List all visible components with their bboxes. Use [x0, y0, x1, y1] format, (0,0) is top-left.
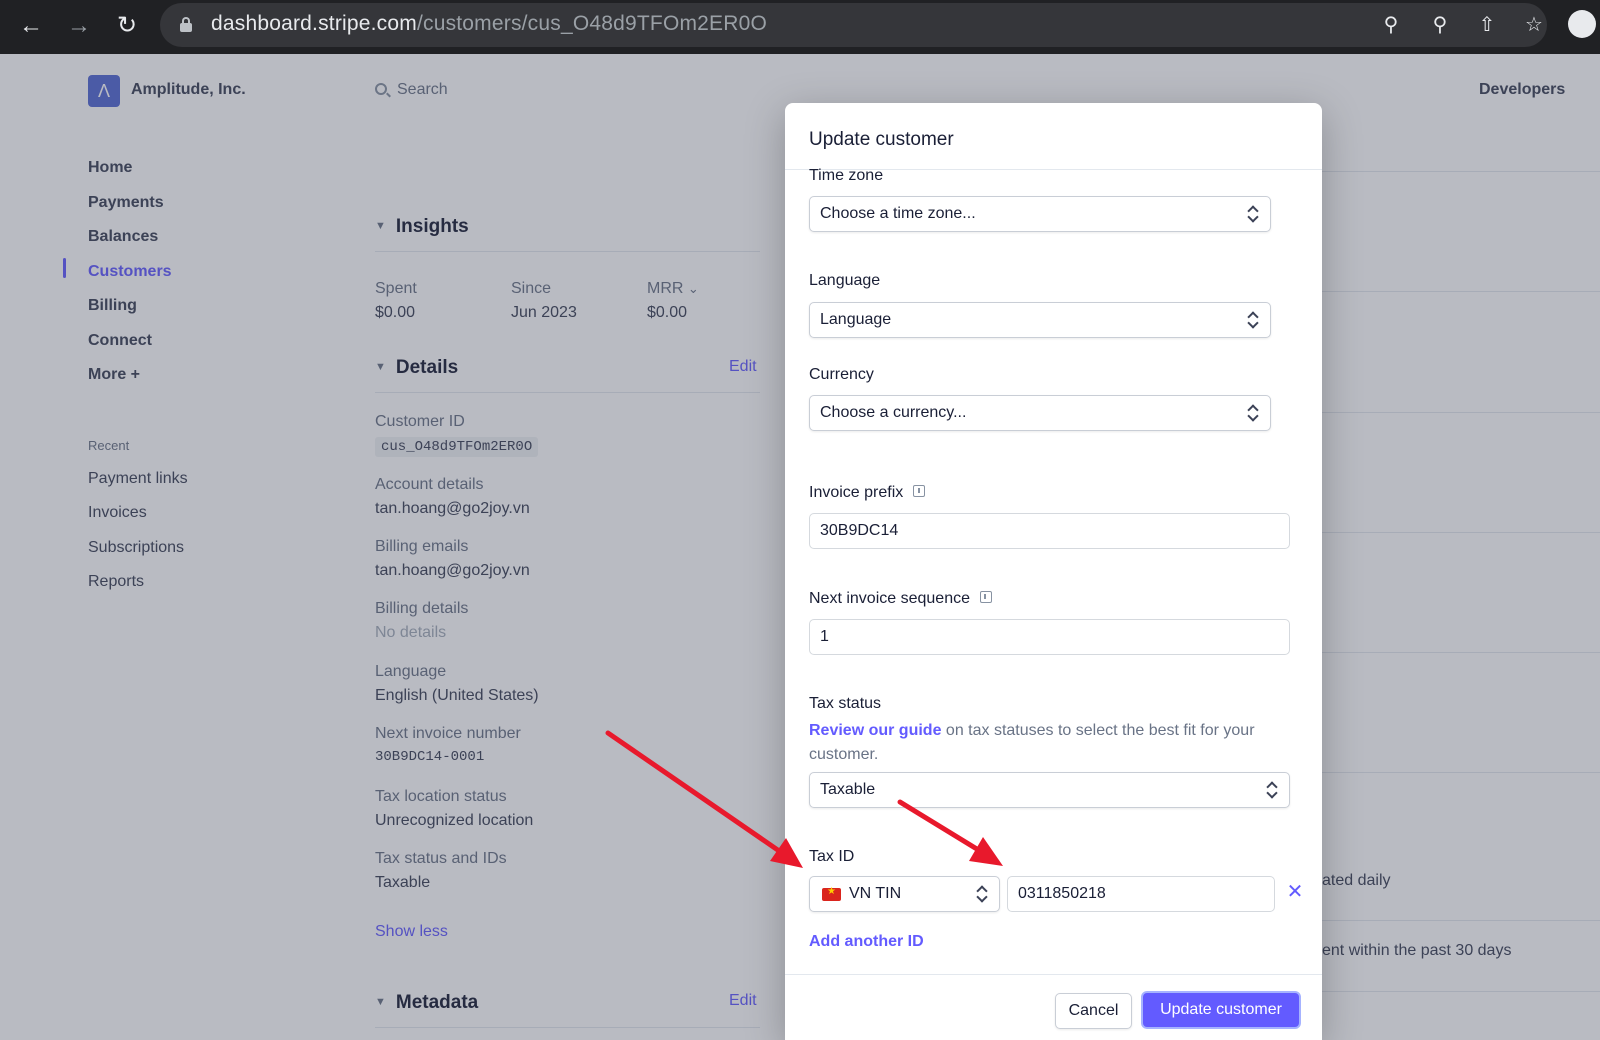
currency-select[interactable]: Choose a currency...: [809, 395, 1271, 431]
back-icon[interactable]: ←: [14, 9, 48, 43]
next-invoice-sequence-label-text: Next invoice sequence: [809, 590, 970, 607]
share-icon[interactable]: ⇧: [1473, 11, 1501, 39]
cancel-button[interactable]: Cancel: [1055, 993, 1132, 1029]
vietnam-flag-icon: [822, 886, 841, 901]
tax-id-type-select[interactable]: VN TIN: [809, 876, 1000, 912]
select-value: Choose a currency...: [820, 404, 967, 421]
invoice-prefix-input[interactable]: [809, 513, 1290, 549]
dialog-footer-divider: [785, 974, 1322, 975]
key-icon[interactable]: ⚲: [1377, 11, 1405, 39]
select-chevron-icon: [977, 886, 987, 904]
select-chevron-icon: [1248, 312, 1258, 330]
info-icon[interactable]: [913, 485, 926, 497]
invoice-prefix-label: Invoice prefix: [809, 484, 926, 502]
language-label: Language: [809, 272, 881, 289]
forward-icon[interactable]: →: [62, 9, 96, 43]
select-chevron-icon: [1248, 206, 1258, 224]
url-path: /customers/cus_O48d9TFOm2ER0O: [416, 12, 768, 35]
reload-icon[interactable]: ↻: [110, 9, 144, 43]
currency-label: Currency: [809, 366, 874, 383]
invoice-prefix-label-text: Invoice prefix: [809, 484, 904, 501]
language-select[interactable]: Language: [809, 302, 1271, 338]
select-value: Choose a time zone...: [820, 205, 976, 222]
browser-toolbar: ← → ↻ dashboard.stripe.com/customers/cus…: [0, 0, 1600, 54]
select-chevron-icon: [1248, 405, 1258, 423]
tax-id-label: Tax ID: [809, 848, 855, 865]
info-icon[interactable]: [979, 591, 992, 603]
time-zone-select[interactable]: Choose a time zone...: [809, 196, 1271, 232]
tax-status-description: Review our guide on tax statuses to sele…: [809, 719, 1299, 767]
profile-avatar[interactable]: [1568, 10, 1596, 38]
update-customer-button[interactable]: Update customer: [1141, 991, 1301, 1029]
tax-id-input[interactable]: [1007, 876, 1275, 912]
remove-tax-id-icon[interactable]: ✕: [1285, 882, 1305, 902]
next-invoice-sequence-label: Next invoice sequence: [809, 590, 992, 608]
lock-icon: [180, 17, 192, 32]
url-text[interactable]: dashboard.stripe.com/customers/cus_O48d9…: [211, 12, 767, 36]
url-host: dashboard.stripe.com: [211, 12, 417, 35]
select-chevron-icon: [1267, 782, 1277, 800]
dialog-header: Update customer: [785, 103, 1322, 170]
add-another-id-link[interactable]: Add another ID: [809, 933, 924, 951]
select-value: VN TIN: [849, 885, 902, 902]
tax-status-select[interactable]: Taxable: [809, 772, 1290, 808]
address-bar[interactable]: dashboard.stripe.com/customers/cus_O48d9…: [160, 3, 1547, 47]
select-value: Taxable: [820, 781, 876, 798]
time-zone-label: Time zone: [809, 167, 884, 184]
bookmark-star-icon[interactable]: ☆: [1520, 11, 1548, 39]
next-invoice-sequence-input[interactable]: [809, 619, 1290, 655]
tax-status-label: Tax status: [809, 695, 882, 712]
update-customer-dialog: Update customer Time zone Choose a time …: [785, 103, 1322, 1040]
select-value: Language: [820, 311, 892, 328]
dialog-title: Update customer: [809, 129, 954, 150]
zoom-icon[interactable]: ⚲: [1426, 11, 1454, 39]
review-guide-link[interactable]: Review our guide: [809, 722, 941, 739]
